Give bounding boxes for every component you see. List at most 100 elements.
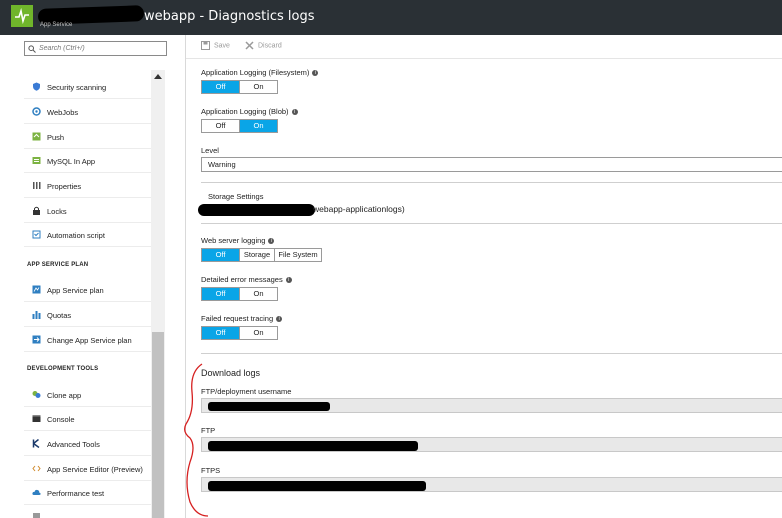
sidebar-item-label: App Service plan — [47, 286, 104, 295]
toggle-option-off[interactable]: Off — [202, 288, 240, 300]
sidebar-item-label: Advanced Tools — [47, 440, 100, 449]
sidebar-item-security-scanning[interactable]: Security scanning — [24, 75, 151, 99]
ftp-url-field[interactable] — [201, 437, 782, 452]
sidebar-item-webjobs[interactable]: WebJobs — [24, 100, 151, 124]
discard-button[interactable]: Discard — [245, 41, 282, 50]
lock-icon — [33, 206, 40, 215]
divider — [201, 182, 782, 183]
level-select[interactable]: Warning — [201, 157, 782, 172]
close-icon — [245, 41, 254, 50]
sidebar-item-label: Change App Service plan — [47, 336, 132, 345]
detailed-errors-label: Detailed error messages i — [201, 275, 292, 284]
web-server-logging-label: Web server logging i — [201, 236, 275, 245]
sidebar-item-label: Quotas — [47, 311, 72, 320]
failed-request-label: Failed request tracing i — [201, 314, 283, 323]
app-logging-fs-label: Application Logging (Filesystem) i — [201, 68, 319, 77]
properties-icon — [33, 182, 41, 189]
title-bar: webapp - Diagnostics logs App Service — [0, 0, 782, 35]
app-logging-fs-toggle[interactable]: Off On — [201, 80, 278, 94]
sidebar-item-quotas[interactable]: Quotas — [24, 303, 151, 327]
app-service-icon — [11, 5, 33, 27]
sidebar-item-label: MySQL In App — [47, 157, 96, 166]
ftps-url-field[interactable] — [201, 477, 782, 492]
toggle-option-off[interactable]: Off — [202, 81, 240, 93]
sidebar-item-mysql[interactable]: MySQL In App — [24, 149, 151, 173]
sidebar-item-app-service-editor[interactable]: App Service Editor (Preview) — [24, 457, 151, 481]
sidebar-item-label: Clone app — [47, 391, 82, 400]
sidebar-item-partial[interactable] — [24, 506, 151, 518]
toolbar: Save Discard — [186, 35, 782, 59]
section-header-app-service-plan: APP SERVICE PLAN — [27, 262, 89, 268]
sidebar-item-label: App Service Editor (Preview) — [47, 465, 143, 474]
toggle-option-off[interactable]: Off — [202, 327, 240, 339]
clone-icon — [32, 391, 41, 398]
sidebar-item-app-service-plan[interactable]: App Service plan — [24, 278, 151, 302]
app-logging-blob-toggle[interactable]: Off On — [201, 119, 278, 133]
detailed-errors-toggle[interactable]: Off On — [201, 287, 278, 301]
toggle-option-on[interactable]: On — [240, 120, 277, 132]
search-box[interactable] — [24, 41, 167, 56]
scrollbar-thumb[interactable] — [152, 332, 164, 518]
sidebar-item-properties[interactable]: Properties — [24, 174, 151, 198]
redacted-storage-name — [198, 204, 315, 216]
info-icon[interactable]: i — [276, 316, 283, 322]
sidebar-item-change-app-service-plan[interactable]: Change App Service plan — [24, 328, 151, 352]
sidebar-item-label: Console — [47, 415, 75, 424]
scroll-up-arrow-icon[interactable] — [154, 74, 162, 79]
toggle-option-storage[interactable]: Storage — [240, 249, 275, 261]
app-service-plan-icon — [32, 285, 41, 294]
console-icon — [32, 415, 41, 422]
divider — [201, 223, 782, 224]
toggle-option-file-system[interactable]: File System — [275, 249, 321, 261]
web-server-logging-toggle[interactable]: Off Storage File System — [201, 248, 322, 262]
change-plan-icon — [32, 335, 41, 344]
webjobs-icon — [32, 107, 41, 116]
search-icon — [28, 45, 36, 53]
save-icon — [201, 41, 210, 50]
info-icon[interactable]: i — [291, 109, 298, 115]
info-icon[interactable]: i — [285, 277, 292, 283]
toggle-option-on[interactable]: On — [240, 81, 277, 93]
info-icon[interactable]: i — [312, 70, 319, 76]
ftp-username-field[interactable] — [201, 398, 782, 413]
toggle-option-off[interactable]: Off — [202, 120, 240, 132]
sidebar-item-label: Properties — [47, 182, 82, 191]
mysql-icon — [32, 157, 41, 164]
sidebar-item-label: Push — [47, 133, 65, 142]
storage-settings-link[interactable]: webapp-applicationlogs) — [313, 204, 405, 214]
storage-settings-label: Storage Settings — [208, 192, 264, 201]
sidebar-item-console[interactable]: Console — [24, 407, 151, 431]
ftp-username-label: FTP/deployment username — [201, 387, 292, 396]
cloud-icon — [32, 489, 41, 495]
sidebar-item-label: Performance test — [47, 489, 105, 498]
redacted-ftps-url — [208, 481, 426, 491]
discard-label: Discard — [258, 42, 282, 50]
app-logging-blob-label: Application Logging (Blob) i — [201, 107, 298, 116]
sidebar-item-advanced-tools[interactable]: Advanced Tools — [24, 432, 151, 456]
section-header-development-tools: DEVELOPMENT TOOLS — [27, 366, 99, 372]
save-button[interactable]: Save — [201, 41, 230, 50]
toggle-option-off[interactable]: Off — [202, 249, 240, 261]
sidebar-item-performance-test[interactable]: Performance test — [24, 481, 151, 505]
sidebar-item-locks[interactable]: Locks — [24, 199, 151, 223]
toggle-option-on[interactable]: On — [240, 327, 277, 339]
partial-item-icon — [33, 513, 40, 518]
info-icon[interactable]: i — [268, 238, 275, 244]
editor-icon — [32, 465, 41, 472]
push-icon — [32, 132, 41, 141]
page-title: webapp - Diagnostics logs — [144, 9, 315, 24]
shield-icon — [33, 82, 40, 91]
sidebar-scrollbar[interactable] — [151, 70, 165, 518]
sidebar-item-clone-app[interactable]: Clone app — [24, 383, 151, 407]
failed-request-toggle[interactable]: Off On — [201, 326, 278, 340]
redacted-ftp-url — [208, 441, 418, 451]
sidebar-item-push[interactable]: Push — [24, 125, 151, 149]
sidebar-item-label: Automation script — [47, 231, 105, 240]
toggle-option-on[interactable]: On — [240, 288, 277, 300]
diagnostics-logs-panel: Save Discard Application Logging (Filesy… — [186, 35, 782, 518]
script-icon — [32, 230, 41, 239]
sidebar-item-label: Locks — [47, 207, 67, 216]
divider — [201, 353, 782, 354]
sidebar-item-automation-script[interactable]: Automation script — [24, 223, 151, 247]
search-input[interactable] — [39, 43, 164, 54]
